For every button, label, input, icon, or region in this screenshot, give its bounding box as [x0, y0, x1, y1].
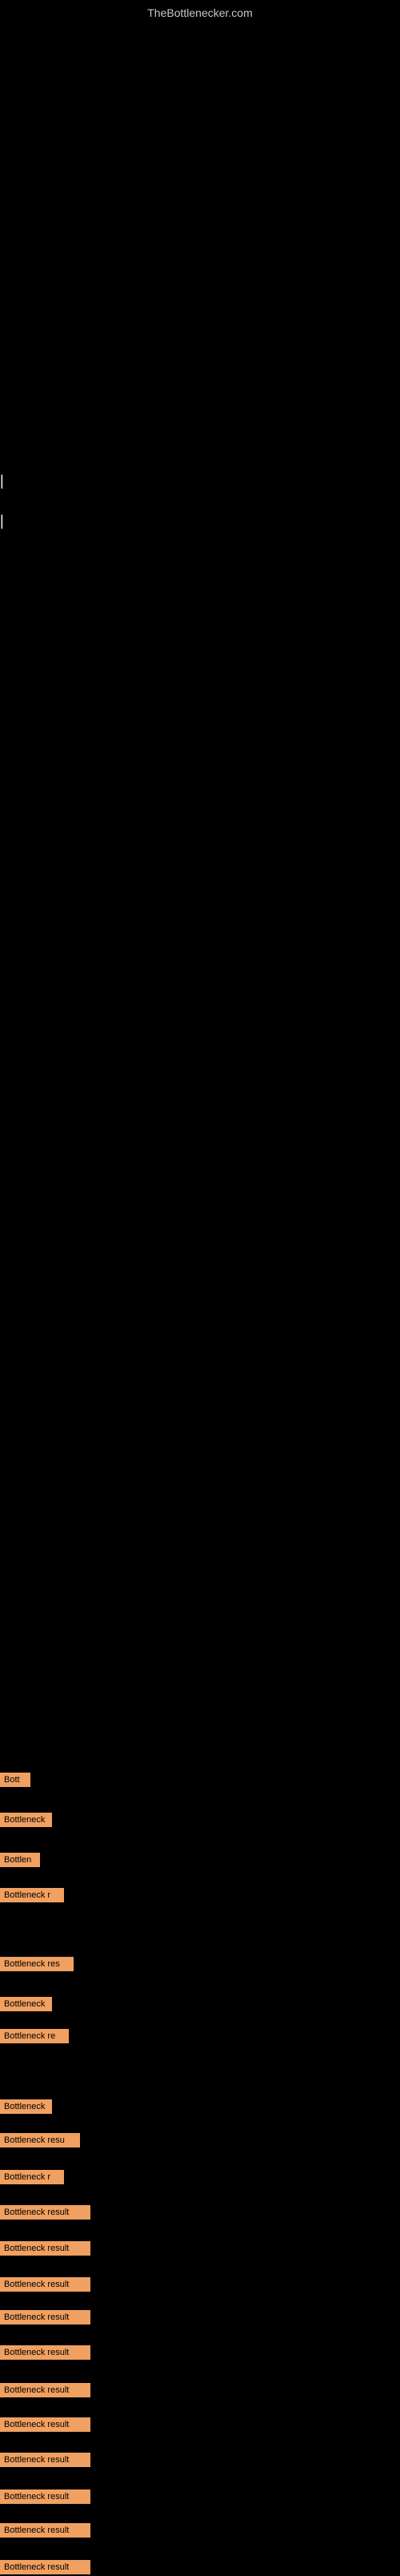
bottleneck-result-label: Bottleneck result — [0, 2417, 90, 2432]
bottleneck-result-label: Bottleneck r — [0, 1888, 64, 1902]
list-item: Bottleneck res — [0, 1954, 74, 1973]
bottleneck-result-label: Bottleneck result — [0, 2277, 90, 2292]
site-title: TheBottlenecker.com — [147, 0, 253, 19]
bottleneck-result-label: Bottleneck — [0, 2099, 52, 2114]
cursor-indicator: | — [0, 513, 4, 529]
list-item: Bottlen — [0, 1850, 40, 1869]
bottleneck-result-label: Bottleneck — [0, 1813, 52, 1827]
list-item: Bott — [0, 1770, 30, 1789]
list-item: Bottleneck — [0, 1810, 52, 1829]
bottleneck-result-label: Bottleneck result — [0, 2345, 90, 2360]
list-item: Bottleneck result — [0, 2343, 90, 2361]
bottleneck-result-label: Bottleneck result — [0, 2383, 90, 2397]
bottleneck-result-label: Bottleneck result — [0, 2241, 90, 2256]
list-item: Bottleneck resu — [0, 2131, 80, 2149]
list-item: Bottleneck r — [0, 1886, 64, 1904]
list-item: Bottleneck — [0, 2097, 52, 2115]
list-item: Bottleneck result — [0, 2558, 90, 2576]
bottleneck-result-label: Bottleneck resu — [0, 2133, 80, 2147]
bottleneck-result-label: Bottleneck r — [0, 2170, 64, 2184]
cursor-indicator: | — [0, 473, 4, 489]
bottleneck-result-label: Bottleneck res — [0, 1957, 74, 1971]
bottleneck-result-label: Bottleneck result — [0, 2523, 90, 2538]
list-item: Bottleneck result — [0, 2381, 90, 2399]
list-item: Bottleneck result — [0, 2521, 90, 2539]
list-item: Bottleneck result — [0, 2415, 90, 2433]
list-item: Bottleneck result — [0, 2450, 90, 2469]
bottleneck-result-label: Bottleneck result — [0, 2560, 90, 2574]
list-item: Bottleneck result — [0, 2275, 90, 2293]
bottleneck-result-label: Bottleneck — [0, 1997, 52, 2011]
bottleneck-result-label: Bott — [0, 1773, 30, 1787]
bottleneck-result-label: Bottleneck re — [0, 2029, 69, 2043]
bottleneck-result-label: Bottleneck result — [0, 2453, 90, 2467]
bottleneck-result-label: Bottlen — [0, 1853, 40, 1867]
bottleneck-result-label: Bottleneck result — [0, 2205, 90, 2220]
list-item: Bottleneck — [0, 1994, 52, 2013]
list-item: Bottleneck result — [0, 2203, 90, 2221]
list-item: Bottleneck r — [0, 2167, 64, 2186]
list-item: Bottleneck re — [0, 2027, 69, 2045]
list-item: Bottleneck result — [0, 2308, 90, 2326]
bottleneck-result-label: Bottleneck result — [0, 2310, 90, 2324]
list-item: Bottleneck result — [0, 2487, 90, 2506]
bottleneck-result-label: Bottleneck result — [0, 2489, 90, 2504]
list-item: Bottleneck result — [0, 2239, 90, 2257]
